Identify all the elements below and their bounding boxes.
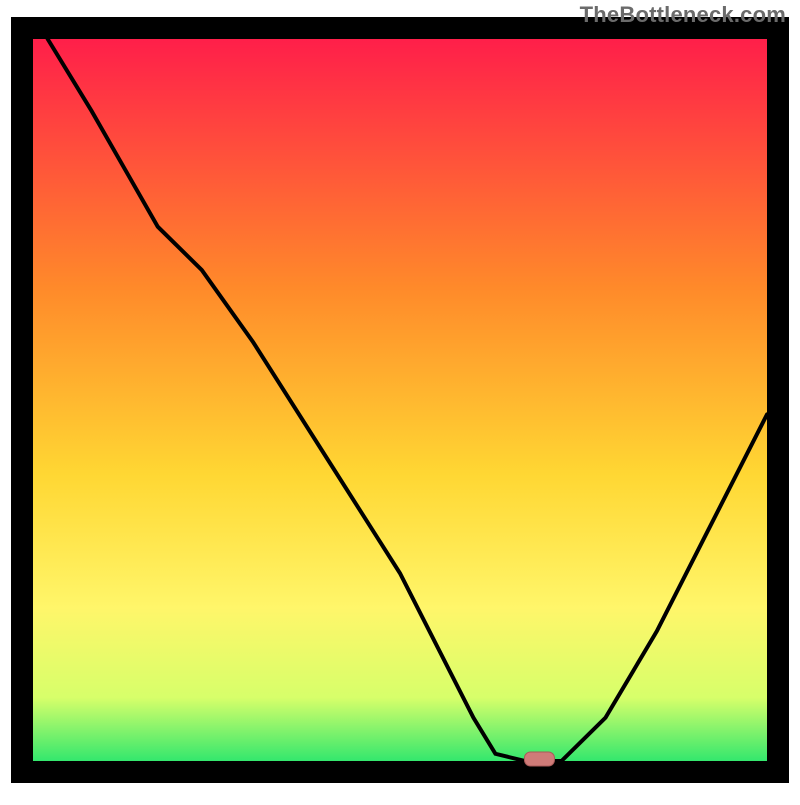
plot-background — [22, 28, 778, 772]
chart-svg — [0, 0, 800, 800]
optimum-marker — [524, 752, 554, 766]
chart-frame: TheBottleneck.com — [0, 0, 800, 800]
watermark-text: TheBottleneck.com — [580, 2, 786, 28]
